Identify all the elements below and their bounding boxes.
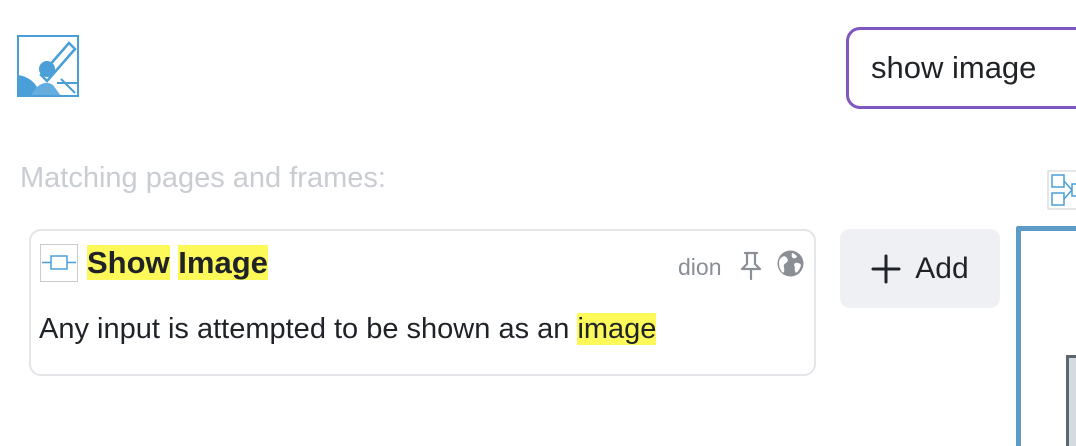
page: Matching pages and frames: Show Image di… <box>0 0 1076 446</box>
add-button-label: Add <box>915 251 969 285</box>
search-input[interactable] <box>846 27 1076 109</box>
result-title-word-1: Show <box>87 245 170 280</box>
frame-preview-content <box>1066 355 1076 446</box>
plus-icon <box>871 254 901 283</box>
add-button[interactable]: Add <box>840 229 1000 308</box>
app-logo-icon[interactable] <box>17 35 79 97</box>
result-title-word-2: Image <box>178 245 268 280</box>
result-description: Any input is attempted to be shown as an… <box>39 311 657 347</box>
result-author[interactable]: dion <box>678 254 721 281</box>
results-heading: Matching pages and frames: <box>20 162 386 194</box>
globe-icon <box>776 249 805 278</box>
result-description-highlight: image <box>577 313 657 345</box>
frame-diagram-icon[interactable] <box>1047 170 1076 210</box>
result-card[interactable]: Show Image dion Any input is attempted t… <box>29 229 816 376</box>
result-title[interactable]: Show Image <box>87 245 268 281</box>
pin-icon[interactable] <box>738 250 764 280</box>
frame-icon <box>40 244 78 282</box>
result-description-text: Any input is attempted to be shown as an <box>39 313 578 345</box>
